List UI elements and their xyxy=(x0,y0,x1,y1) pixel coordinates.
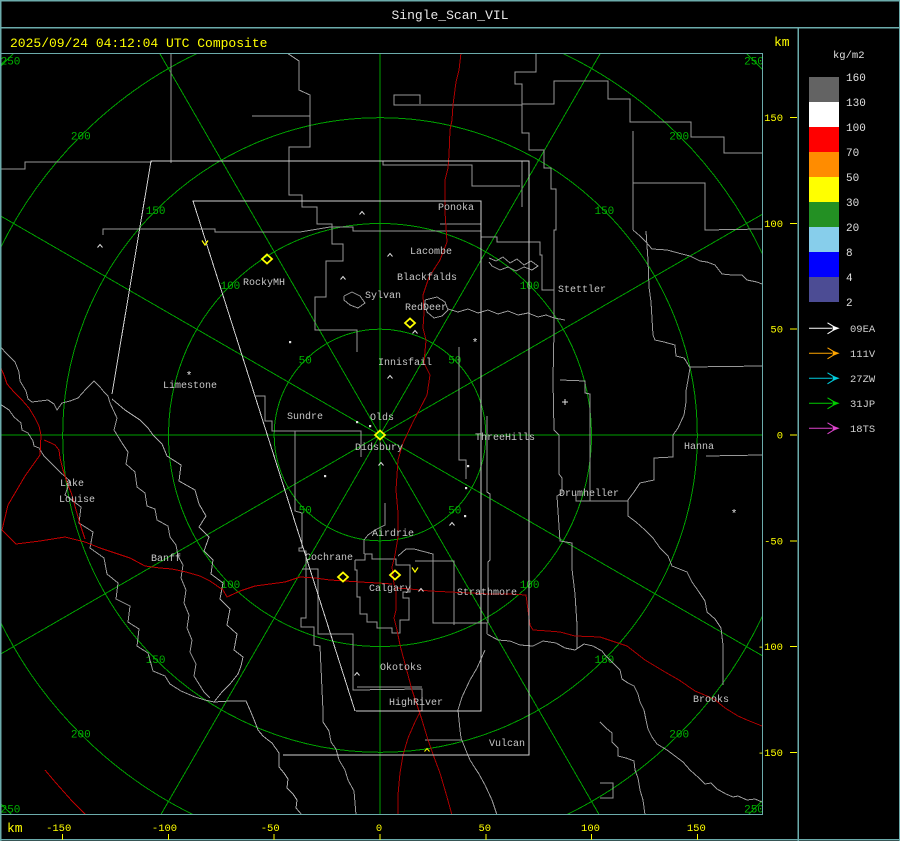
svg-text:4: 4 xyxy=(846,273,853,285)
svg-text:09EA: 09EA xyxy=(850,324,876,336)
svg-text:27ZW: 27ZW xyxy=(850,374,876,386)
svg-text:Okotoks: Okotoks xyxy=(380,662,422,674)
svg-text:100: 100 xyxy=(764,219,783,231)
svg-text:50: 50 xyxy=(299,505,312,517)
svg-text:Limestone: Limestone xyxy=(163,380,217,392)
svg-text:150: 150 xyxy=(146,206,166,218)
svg-text:RedDeer: RedDeer xyxy=(405,302,447,314)
svg-text:18TS: 18TS xyxy=(850,424,875,436)
svg-text:Brooks: Brooks xyxy=(693,694,729,706)
svg-text:2: 2 xyxy=(846,298,853,310)
svg-text:-100: -100 xyxy=(758,642,783,654)
svg-text:-50: -50 xyxy=(261,823,280,835)
svg-text:*: * xyxy=(472,338,479,350)
svg-text:111V: 111V xyxy=(850,349,876,361)
svg-text:160: 160 xyxy=(846,73,866,85)
svg-text:km: km xyxy=(774,35,790,50)
svg-text:30: 30 xyxy=(846,198,859,210)
svg-text:70: 70 xyxy=(846,148,859,160)
svg-text:50: 50 xyxy=(299,356,312,368)
svg-text:200: 200 xyxy=(71,131,91,143)
svg-text:50: 50 xyxy=(448,505,461,517)
svg-text:50: 50 xyxy=(770,325,783,337)
svg-text:150: 150 xyxy=(764,113,783,125)
svg-text:100: 100 xyxy=(581,823,600,835)
svg-text:Calgary: Calgary xyxy=(369,583,411,595)
svg-text:31JP: 31JP xyxy=(850,399,875,411)
svg-text:8: 8 xyxy=(846,248,853,260)
svg-text:-150: -150 xyxy=(46,823,71,835)
svg-text:Banff: Banff xyxy=(151,553,181,565)
svg-text:Didsbury: Didsbury xyxy=(355,442,403,454)
svg-text:-100: -100 xyxy=(152,823,177,835)
svg-text:Ponoka: Ponoka xyxy=(438,202,474,214)
svg-text:Cochrane: Cochrane xyxy=(305,552,353,564)
svg-text:2025/09/24 04:12:04 UTC Compos: 2025/09/24 04:12:04 UTC Composite xyxy=(10,36,267,51)
svg-text:Drumheller: Drumheller xyxy=(559,488,619,500)
svg-text:200: 200 xyxy=(669,131,689,143)
svg-text:Single_Scan_VIL: Single_Scan_VIL xyxy=(391,8,508,23)
svg-text:HighRiver: HighRiver xyxy=(389,697,443,709)
svg-text:20: 20 xyxy=(846,223,859,235)
svg-text:100: 100 xyxy=(520,281,540,293)
svg-text:-150: -150 xyxy=(758,748,783,760)
svg-text:130: 130 xyxy=(846,98,866,110)
svg-text:Sylvan: Sylvan xyxy=(365,290,401,302)
svg-text:250: 250 xyxy=(1,57,21,69)
svg-text:Stettler: Stettler xyxy=(558,284,606,296)
svg-text:Strathmore: Strathmore xyxy=(457,587,517,599)
svg-text:Blackfalds: Blackfalds xyxy=(397,272,457,284)
svg-text:50: 50 xyxy=(478,823,491,835)
svg-text:250: 250 xyxy=(744,57,764,69)
svg-text:Olds: Olds xyxy=(370,412,394,424)
svg-text:kg/m2: kg/m2 xyxy=(833,50,865,62)
svg-text:Lake: Lake xyxy=(60,478,84,490)
svg-text:Louise: Louise xyxy=(59,494,95,506)
svg-text:Innisfail: Innisfail xyxy=(378,357,432,369)
svg-text:150: 150 xyxy=(687,823,706,835)
svg-text:150: 150 xyxy=(594,206,614,218)
svg-text:km: km xyxy=(7,821,23,836)
svg-text:50: 50 xyxy=(846,173,859,185)
svg-text:-50: -50 xyxy=(764,536,783,548)
svg-text:*: * xyxy=(731,509,738,521)
svg-text:0: 0 xyxy=(777,431,783,443)
svg-text:100: 100 xyxy=(220,281,240,293)
svg-text:Airdrie: Airdrie xyxy=(372,528,414,540)
svg-text:200: 200 xyxy=(71,730,91,742)
svg-text:Lacombe: Lacombe xyxy=(410,246,452,258)
svg-text:Sundre: Sundre xyxy=(287,411,323,423)
svg-text:100: 100 xyxy=(520,580,540,592)
svg-text:100: 100 xyxy=(846,123,866,135)
svg-text:0: 0 xyxy=(376,823,382,835)
svg-text:Hanna: Hanna xyxy=(684,442,714,453)
svg-text:RockyMH: RockyMH xyxy=(243,277,285,289)
svg-text:ThreeHills: ThreeHills xyxy=(475,432,535,444)
svg-text:200: 200 xyxy=(669,730,689,742)
svg-text:Vulcan: Vulcan xyxy=(489,738,525,750)
